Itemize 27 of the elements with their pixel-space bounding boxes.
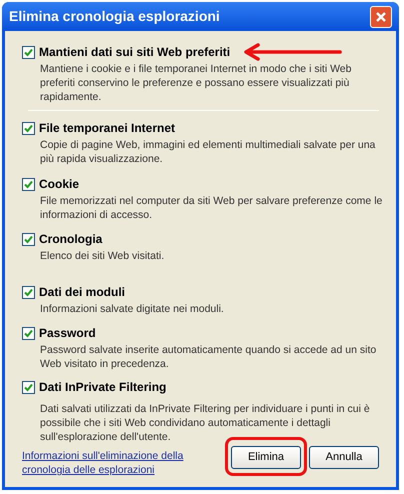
window-title: Elimina cronologia esplorazioni (9, 7, 220, 26)
option-label: Cronologia (39, 231, 102, 248)
close-button[interactable] (370, 6, 392, 28)
checkbox[interactable] (22, 122, 35, 135)
option-label: Mantieni dati sui siti Web preferiti (39, 44, 230, 62)
close-icon (375, 10, 387, 23)
dialog-button[interactable]: Elimina (231, 446, 301, 469)
checkbox[interactable] (22, 46, 35, 59)
option-label: Password (39, 325, 96, 342)
option-description: Password salvate inserite automaticamente quando si accede ad un sito Web visitato in precedenza. (40, 343, 378, 372)
option-label: Cookie (39, 176, 80, 194)
checkbox[interactable] (22, 286, 35, 299)
option-label: Dati InPrivate Filtering (39, 379, 166, 396)
checkbox[interactable] (22, 178, 35, 191)
help-link[interactable]: Informazioni sull'eliminazione della cronologia delle esplorazioni (22, 449, 202, 477)
option-label: File temporanei Internet (39, 120, 176, 138)
option-description: Copie di pagine Web, immagini ed elementi multimediali salvate per una più rapida visualizzazione. (40, 138, 376, 166)
option-description: Mantiene i cookie e i file temporanei Internet in modo che i siti Web preferiti conservino le preferenze e possano essere visualizzati più rapidamente. (40, 62, 352, 104)
option-description: Dati salvati utilizzati da InPrivate Filtering per individuare i punti in cui è possibile che i siti Web condividano automaticamente i dettagli sull'esplorazione dell'utente. (40, 402, 371, 444)
checkbox[interactable] (22, 380, 35, 394)
checkbox[interactable] (22, 326, 35, 340)
option-label: Dati dei moduli (39, 284, 126, 302)
dialog-button[interactable]: Annulla (309, 446, 379, 469)
checkbox[interactable] (22, 232, 35, 246)
option-description: Elenco dei siti Web visitati. (40, 249, 166, 264)
option-description: File memorizzati nel computer da siti Web per salvare preferenze come le informazioni di accesso. (40, 194, 384, 222)
option-description: Informazioni salvate digitate nei moduli. (40, 302, 225, 316)
